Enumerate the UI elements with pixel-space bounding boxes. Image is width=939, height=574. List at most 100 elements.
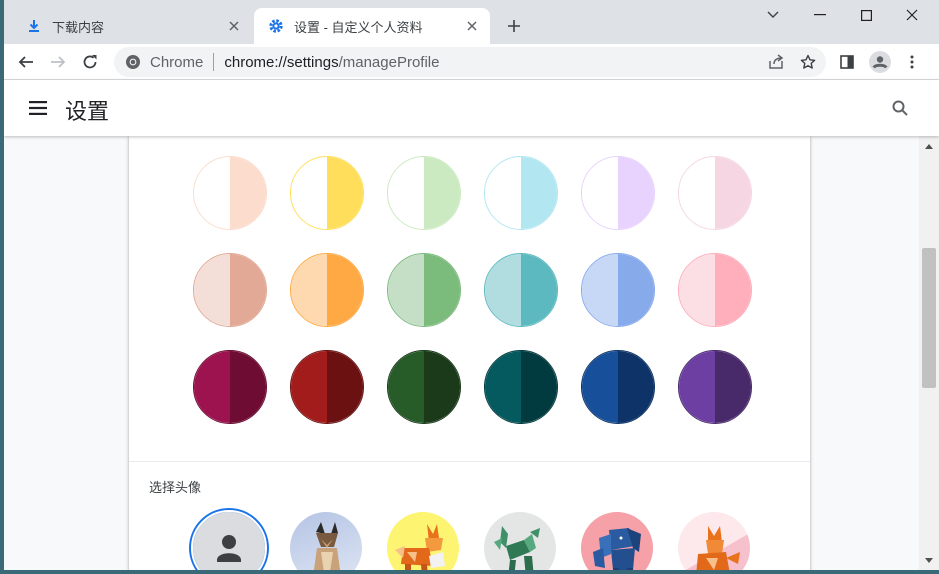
theme-color-swatch[interactable] <box>678 350 752 424</box>
swatch-right-half <box>618 254 654 326</box>
swatch-right-half <box>715 254 751 326</box>
origami-dragon-avatar[interactable] <box>484 512 556 570</box>
settings-content: 选择头像 <box>4 136 919 570</box>
theme-color-swatch[interactable] <box>290 253 364 327</box>
theme-color-swatch[interactable] <box>290 350 364 424</box>
download-icon <box>26 18 42 34</box>
scroll-down-arrow-icon[interactable] <box>919 552 939 568</box>
swatch-left-half <box>291 157 327 229</box>
minimize-button[interactable] <box>797 0 843 30</box>
url-text[interactable]: chrome://settings/manageProfile <box>224 54 439 71</box>
theme-color-swatch[interactable] <box>678 156 752 230</box>
theme-color-swatch[interactable] <box>387 253 461 327</box>
close-icon[interactable] <box>462 16 482 36</box>
swatch-right-half <box>521 351 557 423</box>
theme-color-swatch[interactable] <box>193 253 267 327</box>
swatch-right-half <box>715 351 751 423</box>
section-divider <box>129 461 810 462</box>
tab-title: 设置 - 自定义个人资料 <box>294 19 423 35</box>
tab-downloads[interactable]: 下载内容 <box>12 8 252 44</box>
swatch-left-half <box>291 351 327 423</box>
url-path: /manageProfile <box>338 53 440 71</box>
swatch-left-half <box>485 254 521 326</box>
reload-button[interactable] <box>76 48 104 76</box>
theme-color-swatch[interactable] <box>581 350 655 424</box>
swatch-left-half <box>679 254 715 326</box>
chrome-icon[interactable] <box>124 53 142 71</box>
theme-color-swatch[interactable] <box>484 253 558 327</box>
bookmark-star-icon[interactable] <box>798 52 818 72</box>
tab-settings[interactable]: 设置 - 自定义个人资料 <box>254 8 490 44</box>
swatch-left-half <box>582 157 618 229</box>
url-host: chrome://settings <box>224 53 339 71</box>
browser-window: 下载内容 设置 - 自定义个人资料 Chrome chrome://settin… <box>4 0 939 570</box>
theme-color-swatch[interactable] <box>193 350 267 424</box>
tab-strip: 下载内容 设置 - 自定义个人资料 <box>4 0 939 44</box>
search-icon[interactable] <box>888 96 912 120</box>
more-menu-icon[interactable] <box>898 48 926 76</box>
manage-profile-card: 选择头像 <box>129 136 810 570</box>
swatch-left-half <box>388 254 424 326</box>
omnibox-divider <box>213 53 215 71</box>
back-button[interactable] <box>12 48 40 76</box>
address-bar[interactable]: Chrome chrome://settings/manageProfile <box>114 47 826 77</box>
tab-title: 下载内容 <box>52 19 105 35</box>
side-panel-button[interactable] <box>833 48 861 76</box>
page-title: 设置 <box>65 99 110 124</box>
close-window-button[interactable] <box>889 0 935 30</box>
swatch-left-half <box>679 157 715 229</box>
theme-color-swatch[interactable] <box>387 350 461 424</box>
origami-fox-avatar[interactable] <box>387 512 459 570</box>
forward-button[interactable] <box>44 48 72 76</box>
swatch-right-half <box>424 351 460 423</box>
swatch-right-half <box>424 157 460 229</box>
avatar-section-label: 选择头像 <box>149 480 202 495</box>
scrollbar-thumb[interactable] <box>922 248 936 388</box>
default-person-avatar[interactable] <box>191 510 267 570</box>
swatch-right-half <box>618 157 654 229</box>
site-chip: Chrome <box>150 53 204 71</box>
browser-toolbar: Chrome chrome://settings/manageProfile <box>4 44 939 80</box>
swatch-left-half <box>194 157 230 229</box>
close-icon[interactable] <box>224 16 244 36</box>
scroll-up-arrow-icon[interactable] <box>919 138 939 154</box>
hamburger-menu-icon[interactable] <box>26 96 50 120</box>
swatch-left-half <box>388 157 424 229</box>
theme-color-swatch[interactable] <box>290 156 364 230</box>
swatch-right-half <box>327 157 363 229</box>
swatch-left-half <box>679 351 715 423</box>
theme-color-swatch[interactable] <box>581 253 655 327</box>
swatch-right-half <box>327 254 363 326</box>
swatch-right-half <box>424 254 460 326</box>
swatch-left-half <box>582 351 618 423</box>
swatch-left-half <box>194 254 230 326</box>
theme-color-swatch[interactable] <box>678 253 752 327</box>
swatch-right-half <box>618 351 654 423</box>
swatch-right-half <box>327 351 363 423</box>
origami-elephant-avatar[interactable] <box>581 512 653 570</box>
swatch-left-half <box>194 351 230 423</box>
origami-fox-pink-avatar[interactable] <box>678 512 750 570</box>
new-tab-button[interactable] <box>502 14 526 38</box>
swatch-left-half <box>485 157 521 229</box>
settings-header: 设置 <box>4 80 939 136</box>
theme-color-swatch[interactable] <box>387 156 461 230</box>
swatch-right-half <box>521 157 557 229</box>
origami-cat-avatar[interactable] <box>290 512 362 570</box>
theme-color-swatch[interactable] <box>484 156 558 230</box>
theme-color-swatch[interactable] <box>193 156 267 230</box>
swatch-right-half <box>230 157 266 229</box>
swatch-left-half <box>388 351 424 423</box>
profile-avatar-button[interactable] <box>866 48 894 76</box>
swatch-right-half <box>715 157 751 229</box>
swatch-left-half <box>485 351 521 423</box>
theme-color-swatch[interactable] <box>581 156 655 230</box>
tab-search-button[interactable] <box>750 0 796 30</box>
swatch-right-half <box>230 254 266 326</box>
swatch-left-half <box>582 254 618 326</box>
theme-color-swatch[interactable] <box>484 350 558 424</box>
share-icon[interactable] <box>766 52 786 72</box>
page-scrollbar[interactable] <box>919 136 939 570</box>
maximize-button[interactable] <box>843 0 889 30</box>
swatch-right-half <box>230 351 266 423</box>
